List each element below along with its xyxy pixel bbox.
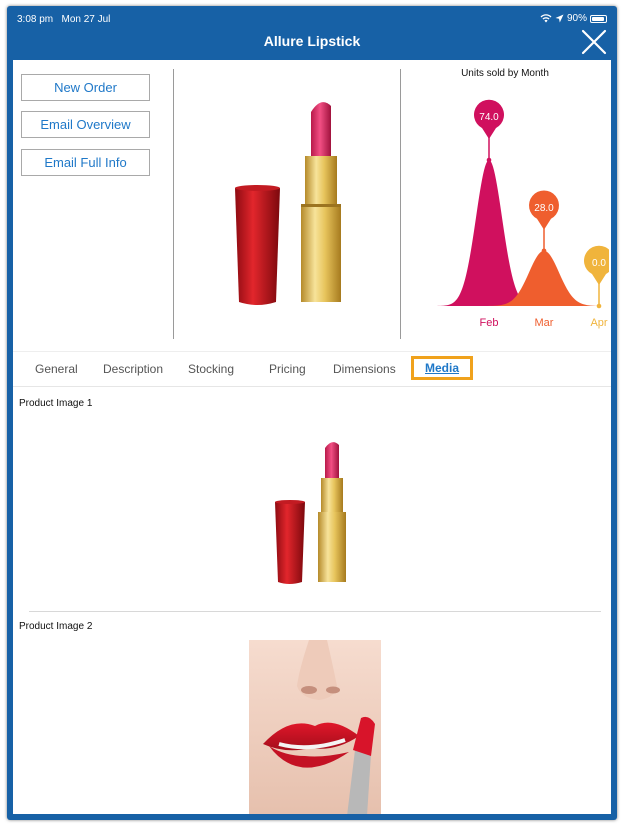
data-point bbox=[541, 248, 547, 254]
data-point bbox=[596, 303, 602, 309]
email-overview-button[interactable]: Email Overview bbox=[21, 111, 150, 138]
x-tick-label: Apr bbox=[590, 317, 607, 329]
tab-bar: General Description Stocking Pricing Dim… bbox=[13, 351, 611, 387]
window-title: Allure Lipstick bbox=[263, 33, 361, 49]
units-sold-chart: 74.0 Feb 28.0 Mar 0.0 Apr bbox=[437, 99, 609, 329]
product-image-2 bbox=[249, 640, 381, 814]
tab-stocking[interactable]: Stocking bbox=[188, 362, 234, 376]
tab-general[interactable]: General bbox=[35, 362, 78, 376]
battery-percent: 90% bbox=[566, 13, 587, 24]
status-time-text: 3:08 pm bbox=[17, 14, 54, 25]
email-full-info-button[interactable]: Email Full Info bbox=[21, 149, 150, 176]
panel-divider-left bbox=[173, 69, 174, 339]
product-hero-image bbox=[235, 102, 341, 305]
status-bar: 3:08 pm Mon 27 Jul 90% bbox=[7, 6, 617, 30]
status-right: 90% bbox=[540, 13, 607, 24]
x-tick-label: Feb bbox=[480, 317, 499, 329]
battery-fill bbox=[592, 16, 604, 21]
media-section: Product Image 1 Product Image 2 bbox=[13, 388, 611, 814]
title-bar: Allure Lipstick bbox=[7, 29, 617, 60]
panel-divider-right bbox=[400, 69, 401, 339]
data-point bbox=[486, 157, 492, 163]
product-image-1 bbox=[275, 442, 346, 584]
data-label: 0.0 bbox=[592, 258, 606, 269]
tab-dimensions[interactable]: Dimensions bbox=[333, 362, 396, 376]
x-tick-label: Mar bbox=[535, 317, 554, 329]
product-image-2-label: Product Image 2 bbox=[19, 621, 93, 632]
location-arrow-icon bbox=[555, 14, 564, 23]
data-label: 74.0 bbox=[479, 112, 499, 123]
data-label: 28.0 bbox=[534, 203, 554, 214]
tab-description[interactable]: Description bbox=[103, 362, 163, 376]
content-area: New Order Email Overview Email Full Info bbox=[13, 60, 611, 814]
product-overview-panel: New Order Email Overview Email Full Info bbox=[13, 60, 611, 346]
tab-media[interactable]: Media bbox=[411, 356, 474, 380]
new-order-button[interactable]: New Order bbox=[21, 74, 150, 101]
status-time: 3:08 pm Mon 27 Jul bbox=[17, 14, 110, 25]
battery-icon bbox=[590, 14, 607, 23]
product-image-1-label: Product Image 1 bbox=[19, 398, 93, 409]
close-icon[interactable] bbox=[581, 29, 607, 55]
wifi-icon bbox=[540, 14, 552, 23]
media-divider bbox=[29, 611, 601, 612]
tab-pricing[interactable]: Pricing bbox=[269, 362, 306, 376]
app-window: 3:08 pm Mon 27 Jul 90% Allure Lipstick N… bbox=[7, 6, 617, 820]
status-date: Mon 27 Jul bbox=[61, 14, 111, 25]
